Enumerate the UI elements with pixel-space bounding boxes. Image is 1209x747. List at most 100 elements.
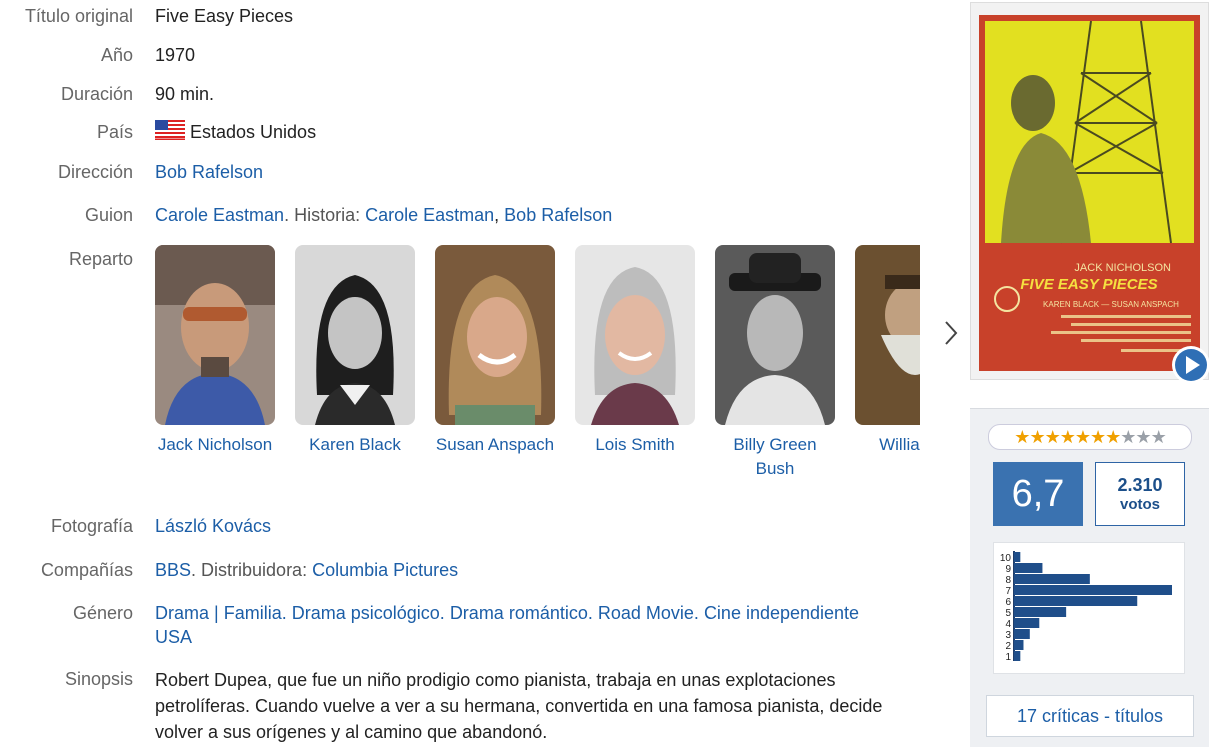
chevron-right-icon[interactable] bbox=[936, 318, 966, 348]
us-flag-icon bbox=[155, 120, 185, 140]
star-rating: ★★★★★★★★★★ bbox=[988, 424, 1192, 450]
genre-separator: . bbox=[693, 603, 704, 623]
label-anio: Año bbox=[100, 45, 133, 65]
cast-card[interactable]: Lois Smith bbox=[575, 245, 695, 457]
poster-credit-name: JACK NICHOLSON bbox=[1074, 262, 1171, 274]
votes-label: votos bbox=[1119, 496, 1160, 513]
director-value: Bob Rafelson bbox=[155, 160, 915, 184]
cast-card[interactable]: William C bbox=[855, 245, 920, 457]
cast-name[interactable]: Billy Green Bush bbox=[715, 433, 835, 481]
genre-separator: . bbox=[587, 603, 598, 623]
histogram-score-label: 4 bbox=[1005, 619, 1011, 630]
star-icon: ★ bbox=[1059, 427, 1076, 447]
label-companias: Compañías bbox=[40, 560, 133, 580]
average-rating: 6,7 bbox=[993, 462, 1083, 526]
cast-card[interactable]: Billy Green Bush bbox=[715, 245, 835, 481]
label-sinopsis: Sinopsis bbox=[64, 669, 133, 689]
cast-card[interactable]: Susan Anspach bbox=[435, 245, 555, 457]
story-link-2[interactable]: Bob Rafelson bbox=[504, 205, 612, 225]
distributor-link[interactable]: Columbia Pictures bbox=[312, 560, 458, 580]
star-icon: ★ bbox=[1150, 427, 1167, 447]
label-reparto: Reparto bbox=[68, 249, 133, 269]
play-icon[interactable] bbox=[1171, 345, 1209, 385]
country-value: Estados Unidos bbox=[155, 120, 915, 144]
cast-name[interactable]: Lois Smith bbox=[575, 433, 695, 457]
histogram-bar-6 bbox=[1014, 596, 1138, 606]
writer-link[interactable]: Carole Eastman bbox=[155, 205, 284, 225]
label-direccion: Dirección bbox=[57, 162, 133, 182]
sidebar: JACK NICHOLSON FIVE EASY PIECES KAREN BL… bbox=[970, 0, 1209, 747]
histogram-bar-10 bbox=[1014, 552, 1021, 562]
movie-details: Título original Five Easy Pieces Año 197… bbox=[0, 0, 960, 746]
votes-count: 2.310 bbox=[1117, 475, 1163, 495]
genres-value: Drama | Familia. Drama psicológico. Dram… bbox=[155, 601, 875, 649]
cast-photo-susan-anspach[interactable] bbox=[435, 245, 555, 425]
year-value: 1970 bbox=[155, 45, 196, 65]
company-link[interactable]: BBS bbox=[155, 560, 191, 580]
votes-box: 2.310 votos bbox=[1095, 462, 1185, 526]
cast-name[interactable]: Susan Anspach bbox=[435, 433, 555, 457]
cast-photo-lois-smith[interactable] bbox=[575, 245, 695, 425]
distributor-separator: . Distribuidora: bbox=[191, 560, 313, 580]
cast-card[interactable]: Karen Black bbox=[295, 245, 415, 457]
star-icon: ★ bbox=[1074, 427, 1091, 447]
story-link-1[interactable]: Carole Eastman bbox=[365, 205, 494, 225]
star-icon: ★ bbox=[1044, 427, 1061, 447]
cinematographer-value: László Kovács bbox=[155, 514, 915, 538]
label-genero: Género bbox=[72, 603, 133, 623]
histogram-bar-9 bbox=[1014, 563, 1043, 573]
director-link[interactable]: Bob Rafelson bbox=[155, 162, 263, 182]
movie-poster[interactable]: JACK NICHOLSON FIVE EASY PIECES KAREN BL… bbox=[970, 2, 1209, 380]
histogram-bar-8 bbox=[1014, 574, 1090, 584]
cast-carousel: Jack Nicholson Karen Black Susan Anspach bbox=[155, 245, 920, 485]
histogram-bar-7 bbox=[1014, 585, 1172, 595]
star-icon: ★ bbox=[1135, 427, 1151, 447]
cast-photo-billy-green-bush[interactable] bbox=[715, 245, 835, 425]
histogram-score-label: 6 bbox=[1005, 597, 1011, 608]
poster-costars: KAREN BLACK — SUSAN ANSPACH bbox=[1043, 300, 1179, 309]
histogram-bar-1 bbox=[1014, 651, 1021, 661]
histogram-score-label: 10 bbox=[1000, 553, 1012, 564]
histogram-score-label: 8 bbox=[1005, 575, 1011, 586]
genre-separator: | bbox=[209, 603, 224, 623]
histogram-score-label: 2 bbox=[1005, 641, 1011, 652]
star-icon: ★ bbox=[1120, 427, 1136, 447]
histogram-score-label: 1 bbox=[1005, 652, 1011, 663]
label-guion: Guion bbox=[84, 205, 133, 225]
label-titulo-original: Título original bbox=[24, 6, 133, 26]
label-duracion: Duración bbox=[60, 84, 133, 104]
genre-link[interactable]: Road Movie bbox=[598, 603, 694, 623]
cast-photo-karen-black[interactable] bbox=[295, 245, 415, 425]
genre-separator: . bbox=[439, 603, 450, 623]
poster-title: FIVE EASY PIECES bbox=[1020, 276, 1157, 293]
story-comma: , bbox=[494, 205, 505, 225]
star-icon: ★ bbox=[1105, 427, 1121, 447]
country-name: Estados Unidos bbox=[190, 122, 317, 142]
histogram-score-label: 3 bbox=[1005, 630, 1011, 641]
cast-photo-william-c[interactable] bbox=[855, 245, 920, 425]
cast-name[interactable]: William C bbox=[855, 433, 920, 457]
histogram-bar-4 bbox=[1014, 618, 1040, 628]
genre-link[interactable]: Drama romántico bbox=[450, 603, 588, 623]
histogram-bar-5 bbox=[1014, 607, 1067, 617]
genre-separator: . bbox=[281, 603, 292, 623]
star-icon: ★ bbox=[1029, 427, 1045, 447]
histogram-bar-2 bbox=[1014, 640, 1024, 650]
synopsis-text: Robert Dupea, que fue un niño prodigio c… bbox=[155, 670, 883, 742]
cinematographer-link[interactable]: László Kovács bbox=[155, 516, 271, 536]
genre-link[interactable]: Drama psicológico bbox=[292, 603, 440, 623]
histogram-score-label: 7 bbox=[1005, 586, 1011, 597]
companies-value: BBS. Distribuidora: Columbia Pictures bbox=[155, 558, 915, 582]
cast-card[interactable]: Jack Nicholson bbox=[155, 245, 275, 457]
genre-link[interactable]: Familia bbox=[224, 603, 282, 623]
star-icon: ★ bbox=[1090, 427, 1106, 447]
writers-value: Carole Eastman. Historia: Carole Eastman… bbox=[155, 203, 915, 227]
duration-value: 90 min. bbox=[155, 84, 215, 104]
reviews-link[interactable]: 17 críticas - títulos bbox=[986, 695, 1194, 737]
cast-name[interactable]: Jack Nicholson bbox=[155, 433, 275, 457]
histogram-score-label: 9 bbox=[1005, 564, 1011, 575]
cast-photo-jack-nicholson[interactable] bbox=[155, 245, 275, 425]
histogram-score-label: 5 bbox=[1005, 608, 1011, 619]
cast-name[interactable]: Karen Black bbox=[295, 433, 415, 457]
genre-link[interactable]: Drama bbox=[155, 603, 209, 623]
